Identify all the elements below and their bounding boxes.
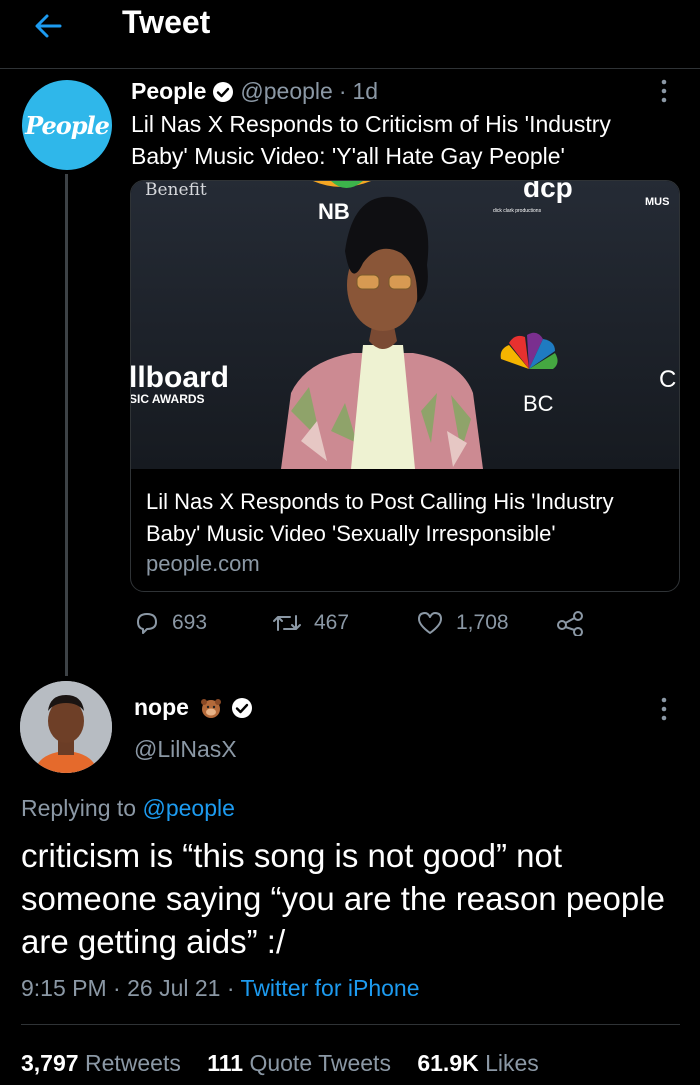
main-author-row: nope: [134, 694, 259, 721]
tweet-meta: 9:15 PM · 26 Jul 21 · Twitter for iPhone: [21, 975, 419, 1002]
people-logo-text: People: [25, 110, 110, 140]
tweet-time: 9:15 PM: [21, 975, 107, 1001]
back-arrow-icon[interactable]: [30, 8, 66, 44]
backdrop-benefit: Benefit: [145, 181, 207, 200]
retweets-stat[interactable]: 3,797 Retweets: [21, 1050, 181, 1076]
link-card[interactable]: Benefit NB dcp dick clark productions MU…: [130, 180, 680, 592]
red-carpet-photo: Benefit NB dcp dick clark productions MU…: [131, 181, 679, 469]
page-title: Tweet: [122, 4, 211, 40]
author-name[interactable]: People: [131, 78, 206, 105]
retweets-count: 3,797: [21, 1050, 79, 1076]
tweet-age[interactable]: 1d: [353, 78, 379, 105]
verified-icon: [231, 697, 252, 718]
backdrop-music-awards: SIC AWARDS: [131, 392, 205, 406]
quotes-stat[interactable]: 111 Quote Tweets: [207, 1050, 391, 1076]
lilnasx-avatar[interactable]: [20, 681, 112, 773]
backdrop-nbc: NB: [318, 199, 350, 224]
verified-icon: [213, 81, 234, 102]
emoji-icon: [200, 698, 221, 718]
quotes-count: 111: [207, 1050, 244, 1076]
retweet-icon: [273, 615, 301, 631]
retweets-label: Retweets: [84, 1050, 181, 1076]
backdrop-dcp: dcp: [523, 181, 573, 203]
reply-action[interactable]: 693: [134, 610, 207, 636]
like-icon: [418, 612, 442, 634]
backdrop-billboard: llboard: [131, 361, 229, 394]
share-icon: [557, 611, 583, 636]
share-action[interactable]: [556, 610, 596, 636]
reply-count: 693: [172, 611, 208, 634]
avatar-photo: [20, 681, 112, 773]
meta-separator: ·: [226, 975, 235, 1001]
retweet-count: 467: [314, 611, 350, 634]
backdrop-mus: MUS: [645, 196, 669, 208]
like-action[interactable]: 1,708: [416, 610, 509, 636]
more-icon[interactable]: [660, 696, 668, 722]
tweet-source-link[interactable]: Twitter for iPhone: [241, 975, 420, 1001]
likes-count: 61.9K: [417, 1050, 479, 1076]
more-icon[interactable]: [660, 78, 668, 104]
meta-separator: ·: [113, 975, 121, 1001]
card-photo: Benefit NB dcp dick clark productions MU…: [131, 181, 679, 469]
separator-dot: ·: [338, 78, 347, 104]
author-handle[interactable]: @people: [240, 78, 332, 105]
main-author-name[interactable]: nope: [134, 694, 189, 721]
main-author-handle[interactable]: @LilNasX: [134, 736, 237, 763]
quoted-tweet-actions: 693 467 1,708: [134, 610, 694, 644]
thread-line: [65, 174, 68, 676]
reply-icon: [137, 613, 157, 634]
tweet-date: 26 Jul 21: [127, 975, 221, 1001]
replying-label: Replying to: [21, 795, 137, 821]
backdrop-c: C: [659, 366, 676, 393]
quoted-tweet-header: People @people · 1d: [131, 78, 378, 105]
like-count: 1,708: [456, 611, 509, 634]
quotes-label: Quote Tweets: [249, 1050, 391, 1076]
backdrop-dick-clark: dick clark productions: [493, 208, 542, 214]
people-avatar[interactable]: People: [22, 80, 112, 170]
retweet-action[interactable]: 467: [272, 610, 349, 636]
quoted-tweet-text: Lil Nas X Responds to Criticism of His '…: [131, 111, 611, 169]
likes-label: Likes: [485, 1050, 539, 1076]
card-domain: people.com: [146, 551, 260, 576]
replying-handle-link[interactable]: @people: [142, 795, 234, 821]
likes-stat[interactable]: 61.9K Likes: [417, 1050, 538, 1076]
replying-to: Replying to @people: [21, 795, 235, 822]
backdrop-bc: BC: [523, 391, 554, 416]
engagement-stats: 3,797 Retweets 111 Quote Tweets 61.9K Li…: [21, 1050, 539, 1077]
main-tweet-text: criticism is “this song is not good” not…: [21, 837, 665, 960]
top-bar: Tweet: [0, 0, 700, 69]
divider: [21, 1024, 680, 1025]
card-title: Lil Nas X Responds to Post Calling His '…: [146, 489, 614, 546]
